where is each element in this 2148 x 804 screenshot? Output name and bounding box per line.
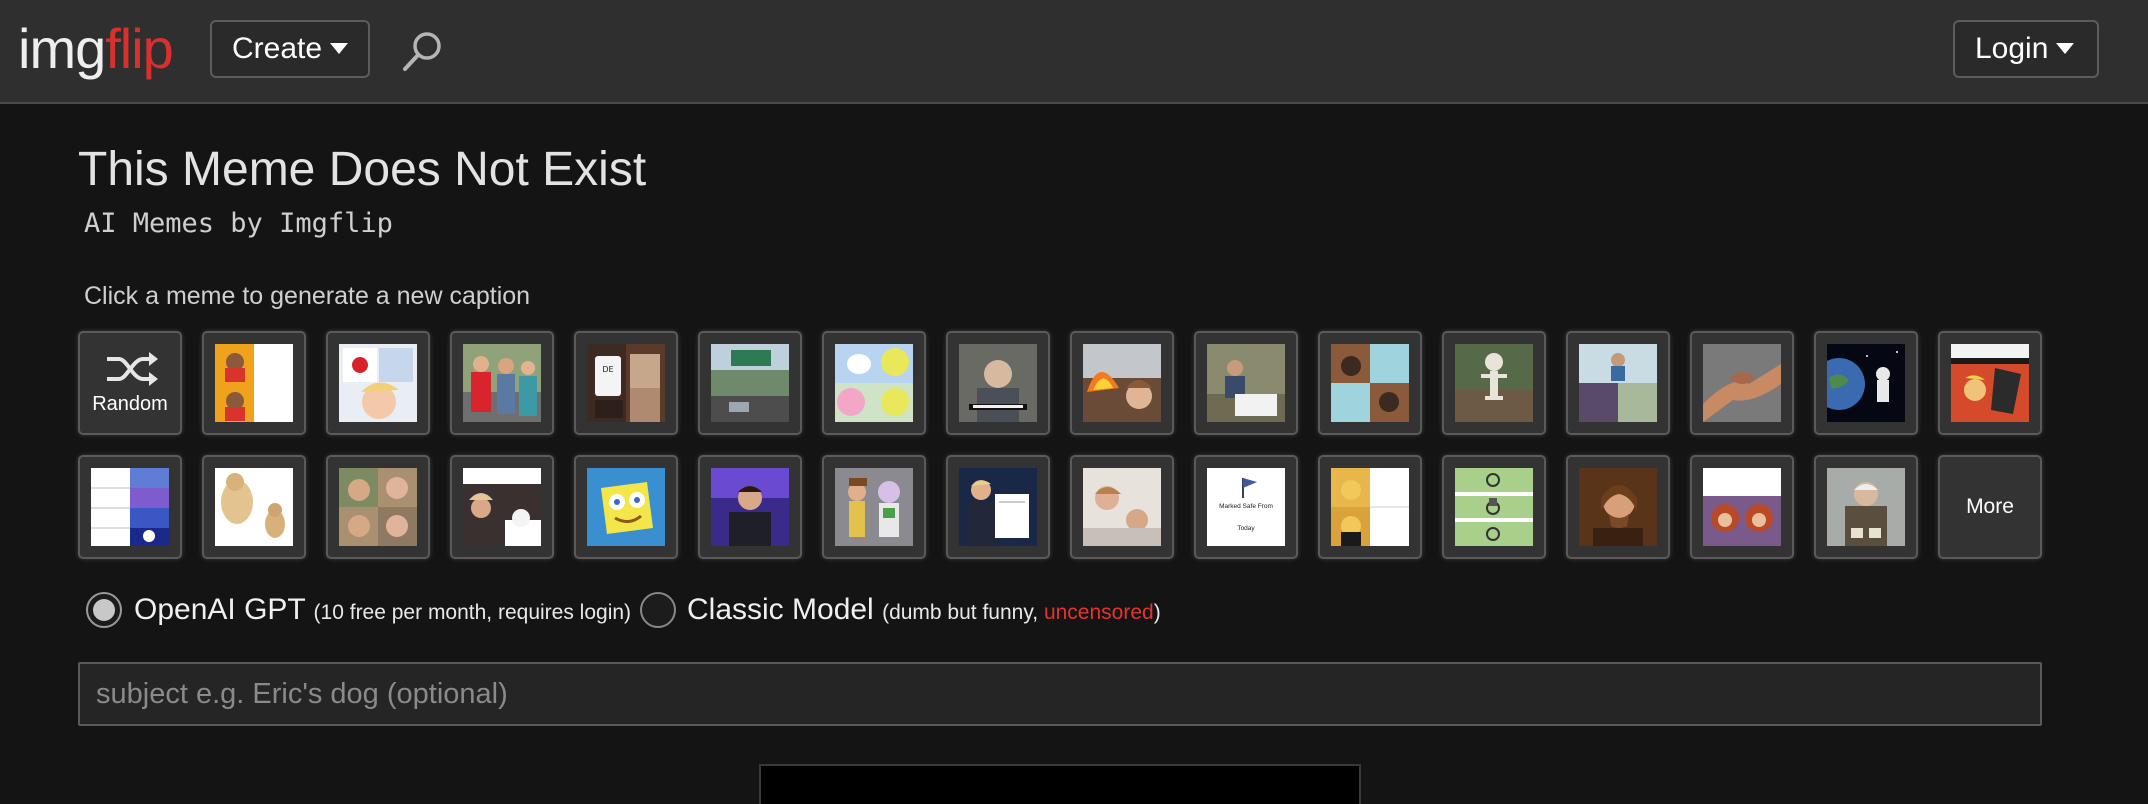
classic-model-option[interactable]: Classic Model (dumb but funny, uncensore… [687, 593, 1161, 630]
openai-gpt-label: OpenAI GPT [134, 593, 306, 626]
template-mocking-spongebob[interactable] [574, 455, 678, 559]
instruction-text: Click a meme to generate a new caption [84, 282, 531, 310]
shuffle-icon [107, 352, 158, 386]
logo-text-flip: flip [105, 17, 174, 80]
openai-gpt-note: (10 free per month, requires login) [313, 601, 632, 624]
create-label: Create [232, 32, 323, 65]
create-menu-button[interactable]: Create [210, 20, 370, 78]
meme-template-grid: Random DE Marked Safe From Today More [78, 331, 2042, 559]
openai-gpt-option[interactable]: OpenAI GPT (10 free per month, requires … [134, 593, 631, 630]
login-label: Login [1975, 32, 2049, 65]
template-uno-guy[interactable] [326, 331, 430, 435]
more-templates-button[interactable]: More [1938, 455, 2042, 559]
template-expanding-brain[interactable] [78, 455, 182, 559]
template-woman-yelling-at-cat[interactable] [450, 455, 554, 559]
template-marked-safe-from[interactable]: Marked Safe From Today [1194, 455, 1298, 559]
template-tuxedo-winnie-pooh[interactable] [1318, 455, 1422, 559]
subject-input[interactable] [78, 662, 2042, 726]
svg-text:DE: DE [602, 365, 613, 374]
template-batman-slapping[interactable] [1938, 331, 2042, 435]
template-monkey-puppet-cyan[interactable] [1318, 331, 1422, 435]
template-couple-in-bed[interactable] [1070, 455, 1174, 559]
caret-down-icon [330, 42, 349, 54]
top-navbar: imgflip Create Login [0, 0, 2148, 104]
template-guy-holding-sign[interactable] [1194, 331, 1298, 435]
template-two-buttons-ghost[interactable] [822, 331, 926, 435]
template-disaster-girl[interactable] [1070, 331, 1174, 435]
random-template-button[interactable]: Random [78, 331, 182, 435]
template-drake[interactable] [202, 331, 306, 435]
classic-model-note: (dumb but funny, uncensored) [882, 601, 1161, 624]
template-guy-in-purple-light[interactable] [698, 455, 802, 559]
template-one-does-not-simply[interactable] [1566, 455, 1670, 559]
today-text: Today [1237, 525, 1255, 532]
template-pablo-escobar[interactable] [1566, 331, 1670, 435]
template-left-exit[interactable] [698, 331, 802, 435]
template-always-has-been[interactable] [1814, 331, 1918, 435]
template-uno-draw-25[interactable]: DE [574, 331, 678, 435]
classic-model-radio[interactable] [640, 592, 676, 628]
template-bike-fall[interactable] [1442, 455, 1546, 559]
template-zac-efron-cringe[interactable] [326, 455, 430, 559]
more-label: More [1966, 495, 2014, 518]
template-trump-signing-order[interactable] [946, 455, 1050, 559]
template-monkey-puppet-twins[interactable] [1690, 455, 1794, 559]
template-waiting-skeleton[interactable] [1442, 331, 1546, 435]
template-buff-doge-vs-cheems[interactable] [202, 455, 306, 559]
classic-note-prefix: (dumb but funny, [882, 601, 1044, 624]
search-icon[interactable] [398, 28, 446, 76]
model-options: OpenAI GPT (10 free per month, requires … [86, 586, 1786, 636]
generated-meme-panel [759, 764, 1361, 804]
page-title: This Meme Does Not Exist [78, 143, 647, 196]
login-menu-button[interactable]: Login [1953, 20, 2099, 78]
imgflip-logo[interactable]: imgflip [18, 14, 174, 84]
openai-gpt-radio[interactable] [86, 592, 122, 628]
classic-model-label: Classic Model [687, 593, 874, 626]
marked-safe-text: Marked Safe From [1219, 503, 1273, 510]
template-epic-handshake[interactable] [1690, 331, 1794, 435]
classic-note-suffix: ) [1153, 601, 1161, 624]
template-bernie-mittens[interactable] [1814, 455, 1918, 559]
logo-text-img: img [18, 17, 106, 80]
template-distracted-boyfriend[interactable] [450, 331, 554, 435]
random-label: Random [92, 393, 168, 415]
template-buzz-and-woody[interactable] [822, 455, 926, 559]
page-subtitle: AI Memes by Imgflip [84, 208, 393, 239]
uncensored-text: uncensored [1043, 601, 1154, 624]
caret-down-icon [2056, 42, 2075, 54]
template-bernie-asking[interactable] [946, 331, 1050, 435]
